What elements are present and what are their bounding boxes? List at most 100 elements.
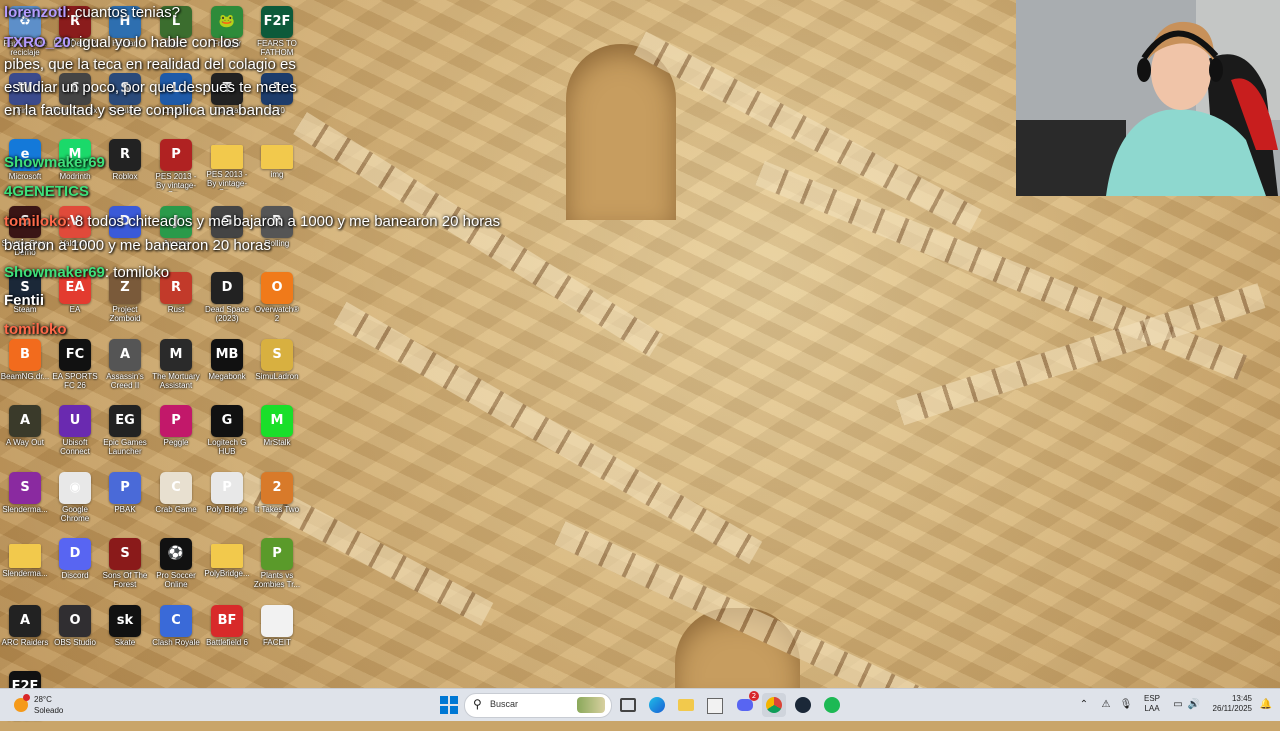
desktop-icon[interactable]: ⚽ Pro Soccer Online bbox=[151, 536, 201, 598]
game-icon: S bbox=[109, 538, 141, 570]
task-view-icon[interactable] bbox=[616, 693, 640, 717]
desktop-icon[interactable]: S Simulator bbox=[100, 71, 150, 133]
desktop-icon-label: Rolling bbox=[264, 238, 290, 248]
game-icon: Z bbox=[109, 272, 141, 304]
start-button[interactable] bbox=[437, 693, 461, 717]
desktop-icon[interactable]: P Plants vs Zombies Tr... bbox=[252, 536, 302, 598]
desktop-icon[interactable]: S Steam bbox=[0, 270, 50, 332]
file-explorer-icon[interactable] bbox=[674, 693, 698, 717]
desktop-icon[interactable]: V Valorant bbox=[50, 204, 100, 266]
desktop-icon[interactable]: S SimuLadron bbox=[252, 337, 302, 399]
chrome-icon[interactable] bbox=[762, 693, 786, 717]
microphone-icon[interactable]: 🎙 bbox=[1114, 693, 1138, 717]
desktop-icon[interactable]: AA Way Out bbox=[0, 403, 50, 465]
desktop-icon[interactable]: R Rolling bbox=[252, 204, 302, 266]
desktop-icon[interactable]: F2F FEARS TO FATHOM bbox=[252, 4, 302, 66]
desktop-icon[interactable]: PES 2013 - By vintage-Ga... bbox=[202, 137, 252, 199]
discord-icon[interactable]: 2 bbox=[733, 691, 759, 717]
desktop-icon[interactable]: M Modrinth bbox=[50, 137, 100, 199]
desktop-icon[interactable]: EG Epic Games Launcher bbox=[100, 403, 150, 465]
desktop-icon[interactable]: O Overwatch® 2 bbox=[252, 270, 302, 332]
desktop-icon[interactable]: M The Mortuary Assistant bbox=[151, 337, 201, 399]
game-icon: S bbox=[261, 338, 293, 371]
desktop-icon[interactable]: PPES 2013 - By vintage-Ga... bbox=[151, 137, 201, 199]
desktop-icon-label: Slenderma... bbox=[2, 504, 48, 514]
desktop-icon[interactable]: Slenderma... bbox=[0, 536, 50, 598]
edge-icon[interactable] bbox=[645, 693, 669, 717]
weather-widget[interactable]: 28°C Soleado bbox=[10, 692, 90, 718]
language-indicator[interactable]: ESP LAA bbox=[1138, 694, 1166, 718]
desktop-icon[interactable]: FACEIT bbox=[252, 603, 302, 665]
clock[interactable]: 13:45 26/11/2025 bbox=[1200, 694, 1252, 718]
desktop-icon[interactable]: G bbox=[202, 204, 252, 266]
desktop-icon-label: BeamNG.dr... bbox=[0, 371, 50, 381]
desktop-icon[interactable]: P Poly Bridge bbox=[202, 470, 252, 532]
desktop-icon[interactable]: O OBS Studio bbox=[50, 603, 100, 665]
desktop-icon[interactable]: A ARC Raiders bbox=[0, 603, 50, 665]
desktop-icon[interactable]: A Assassin's Creed II bbox=[100, 337, 150, 399]
desktop-icon[interactable]: T Tutorial bbox=[202, 71, 252, 133]
desktop-icon[interactable]: G Logitech G HUB bbox=[202, 403, 252, 465]
desktop-icon[interactable]: P PBAK bbox=[100, 470, 150, 532]
desktop-icon-label: Crab Game bbox=[155, 504, 197, 514]
desktop-icon[interactable]: D Dead Space (2023) bbox=[202, 270, 252, 332]
game-icon: P bbox=[211, 471, 243, 504]
desktop-icon[interactable]: L League bbox=[151, 71, 201, 133]
desktop-icon[interactable]: e Microsoft bbox=[0, 137, 50, 199]
desktop-icon[interactable]: B BeamNG.dr... bbox=[0, 337, 50, 399]
desktop-icon[interactable]: PolyBridge... bbox=[202, 536, 252, 598]
game-icon: W bbox=[9, 72, 41, 105]
desktop-icon[interactable]: S Sons Of The Forest bbox=[100, 536, 150, 598]
desktop-icon[interactable]: S Shutter Story Demo bbox=[0, 204, 50, 266]
desktop-icon[interactable]: P Peggle bbox=[151, 403, 201, 465]
desktop-icon-label: Megabonk bbox=[208, 371, 246, 381]
game-icon: P bbox=[160, 139, 192, 171]
desktop-icon[interactable]: Z Project Zomboid bbox=[100, 270, 150, 332]
desktop-icon[interactable]: 🐸 Frogger bbox=[202, 4, 252, 66]
notification-icon[interactable]: 🔔 bbox=[1254, 693, 1278, 717]
desktop-icon[interactable]: 2 It Takes Two bbox=[252, 470, 302, 532]
desktop-icon[interactable]: ◉ Google Chrome bbox=[50, 470, 100, 532]
desktop-icon[interactable]: img bbox=[252, 137, 302, 199]
desktop-icon[interactable]: R Red Dead 2 bbox=[50, 4, 100, 66]
desktop-icon[interactable]: ♻ Papelera de reciclaje bbox=[0, 4, 50, 66]
microsoft-store-icon[interactable] bbox=[703, 693, 727, 717]
search-highlight-icon bbox=[577, 697, 605, 713]
desktop-icon[interactable]: sk Skate bbox=[100, 603, 150, 665]
desktop-icon[interactable]: 1 1.30 bbox=[252, 71, 302, 133]
desktop-icon[interactable]: H Human bbox=[100, 4, 150, 66]
game-icon: 2 bbox=[261, 471, 293, 504]
desktop-icon[interactable]: W Final bbox=[0, 71, 50, 133]
desktop-icon[interactable]: S Slenderma... bbox=[0, 470, 50, 532]
desktop-icon-label: 1.30 bbox=[269, 105, 285, 115]
desktop-icon[interactable]: R Roblox bbox=[100, 137, 150, 199]
desktop-icon[interactable]: R Rust bbox=[151, 270, 201, 332]
webcam-overlay bbox=[1016, 0, 1280, 196]
desktop-icon[interactable]: J Juegos bbox=[151, 204, 201, 266]
desktop-icon[interactable]: BF Battlefield 6 bbox=[202, 603, 252, 665]
wallpaper-arch-top bbox=[566, 44, 676, 220]
desktop-icon[interactable]: EA EA bbox=[50, 270, 100, 332]
spotify-icon[interactable] bbox=[820, 693, 844, 717]
game-icon: D bbox=[109, 205, 141, 238]
clock-time: 13:45 bbox=[1231, 694, 1252, 703]
desktop-icon[interactable]: D Discord bbox=[50, 536, 100, 598]
desktop-icon[interactable]: C Crab Game bbox=[151, 470, 201, 532]
game-icon: P bbox=[261, 538, 293, 570]
desktop-icon[interactable]: 6 Rainbow Six bbox=[50, 71, 100, 133]
desktop-icon[interactable]: C Clash Royale bbox=[151, 603, 201, 665]
file-icon bbox=[261, 604, 293, 637]
desktop-icon[interactable]: MB Megabonk bbox=[202, 337, 252, 399]
steam-icon[interactable] bbox=[791, 693, 815, 717]
steam-icon: S bbox=[9, 272, 41, 304]
chevron-up-icon[interactable]: ⌃ bbox=[1072, 693, 1096, 717]
desktop-icon[interactable]: D bbox=[100, 204, 150, 266]
weather-desc: Soleado bbox=[34, 706, 64, 715]
desktop-icon[interactable]: L Ligas bbox=[151, 4, 201, 66]
desktop-icon[interactable]: FC EA SPORTS FC 26 bbox=[50, 337, 100, 399]
desktop-icon[interactable]: U Ubisoft Connect bbox=[50, 403, 100, 465]
desktop-icon-label: Sons Of The Forest bbox=[102, 571, 148, 589]
search-box[interactable]: ⚲ Buscar bbox=[464, 693, 612, 718]
desktop-icon[interactable]: M MrStalk bbox=[252, 403, 302, 465]
ea-icon: EA bbox=[59, 272, 91, 304]
